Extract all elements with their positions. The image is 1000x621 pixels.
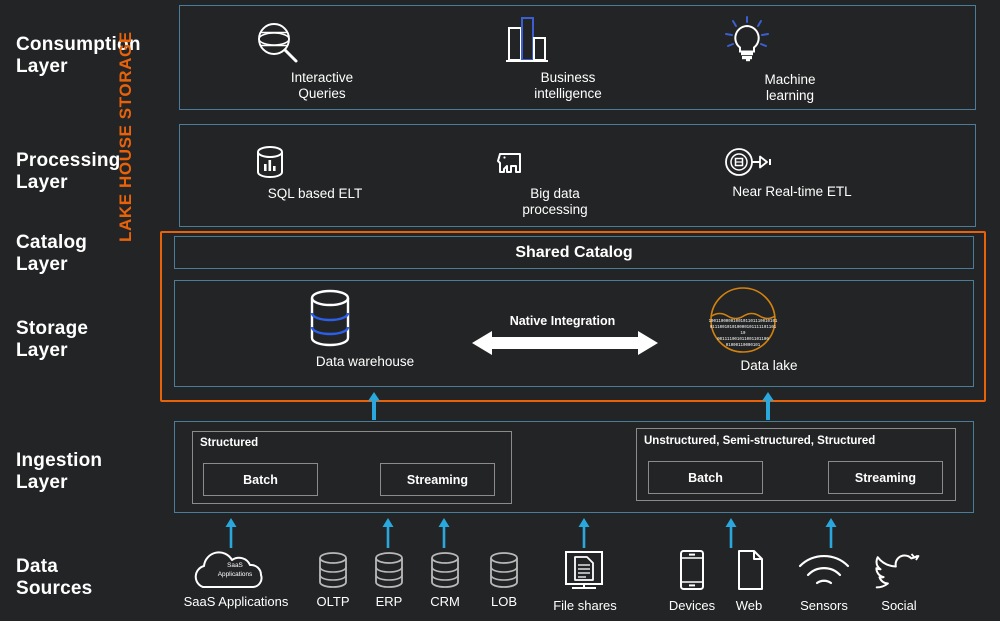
processing-item-sql-based-elt[interactable]: SQL based ELT	[250, 142, 380, 202]
connector-arrow-lake	[760, 392, 776, 420]
processing-item-label: Near Real-time ETL	[722, 184, 862, 200]
lake-house-storage-label: LAKE HOUSE STORAGE	[116, 46, 144, 242]
processing-item-label: SQL based ELT	[250, 186, 380, 202]
source-label-sensors: Sensors	[786, 598, 862, 613]
consumption-item-label: Machine learning	[720, 72, 860, 104]
ingestion-group-header: Structured	[200, 437, 258, 449]
source-connector-erp	[381, 518, 395, 548]
source-label-lob: LOB	[464, 594, 544, 609]
layer-label-sources: Data Sources	[16, 556, 166, 600]
source-label-social: Social	[862, 598, 936, 613]
wifi-sensor-icon[interactable]	[798, 555, 850, 591]
consumption-item-business-intelligence[interactable]: Business intelligence	[498, 14, 638, 102]
svg-text:10: 10	[741, 332, 746, 336]
ingestion-group-header: Unstructured, Semi-structured, Structure…	[644, 435, 875, 447]
source-connector-file-shares	[577, 518, 591, 548]
web-page-icon[interactable]	[734, 549, 766, 593]
svg-text:001111001011001101100: 001111001011001101100	[717, 338, 769, 342]
svg-text:1001100000100101101110010101: 1001100000100101101110010101	[709, 320, 778, 324]
catalog-layer-box: Shared Catalog	[174, 236, 974, 269]
elephant-icon	[490, 142, 620, 182]
source-label-file-shares: File shares	[539, 598, 631, 613]
db-icon[interactable]	[371, 551, 407, 591]
layer-label-ingestion: Ingestion Layer	[16, 450, 166, 494]
shared-catalog-title: Shared Catalog	[175, 244, 973, 262]
connector-arrow-warehouse	[366, 392, 382, 420]
source-label-web: Web	[713, 598, 785, 613]
svg-text:011100101010000101111101101: 011100101010000101111101101	[710, 326, 777, 330]
source-connector-sensors	[824, 518, 838, 548]
storage-item-data-warehouse[interactable]: Data warehouse	[300, 286, 430, 370]
cylinder-database-icon	[300, 286, 430, 350]
storage-item-label: Data warehouse	[300, 354, 430, 370]
mobile-device-icon[interactable]	[677, 549, 707, 593]
source-connector-crm	[437, 518, 451, 548]
db-icon[interactable]	[427, 551, 463, 591]
processing-item-label: Big data processing	[490, 186, 620, 218]
file-share-icon[interactable]	[562, 549, 606, 593]
db-icon[interactable]	[486, 551, 522, 591]
layer-label-storage: Storage Layer	[16, 318, 166, 362]
magnifier-globe-icon	[252, 20, 392, 66]
database-chart-icon	[250, 142, 380, 182]
source-label-saas: SaaS Applications	[160, 594, 312, 609]
twitter-bird-icon[interactable]	[876, 551, 920, 591]
cloud-icon[interactable]: SaaS Applications	[189, 549, 281, 591]
bar-chart-icon	[498, 14, 638, 66]
svg-text:SaaS: SaaS	[227, 562, 243, 569]
svg-text:Applications: Applications	[218, 571, 252, 578]
db-icon[interactable]	[315, 551, 351, 591]
native-integration-label: Native Integration	[455, 314, 670, 328]
lightbulb-icon	[720, 16, 860, 68]
source-connector-devices	[724, 518, 738, 548]
svg-text:01000110000101: 01000110000101	[726, 344, 761, 348]
stream-etl-icon	[722, 146, 862, 180]
ingestion-box-streaming-unstructured[interactable]: Streaming	[828, 461, 943, 494]
lake-house-architecture-diagram: Consumption Layer Processing Layer Catal…	[0, 0, 1000, 621]
data-lake-circle-icon: 1001100000100101101110010101 01110010101…	[704, 286, 834, 354]
ingestion-box-batch-structured[interactable]: Batch	[203, 463, 318, 496]
storage-item-label: Data lake	[704, 358, 834, 374]
consumption-item-label: Business intelligence	[498, 70, 638, 102]
consumption-item-interactive-queries[interactable]: Interactive Queries	[252, 20, 392, 102]
ingestion-box-batch-unstructured[interactable]: Batch	[648, 461, 763, 494]
ingestion-box-streaming-structured[interactable]: Streaming	[380, 463, 495, 496]
source-connector-saas	[224, 518, 238, 548]
native-integration-arrow	[470, 330, 660, 356]
consumption-item-machine-learning[interactable]: Machine learning	[720, 16, 860, 104]
processing-item-big-data-processing[interactable]: Big data processing	[490, 142, 620, 218]
storage-item-data-lake[interactable]: 1001100000100101101110010101 01110010101…	[704, 286, 834, 374]
consumption-item-label: Interactive Queries	[252, 70, 392, 102]
processing-item-near-real-time-etl[interactable]: Near Real-time ETL	[722, 146, 862, 200]
